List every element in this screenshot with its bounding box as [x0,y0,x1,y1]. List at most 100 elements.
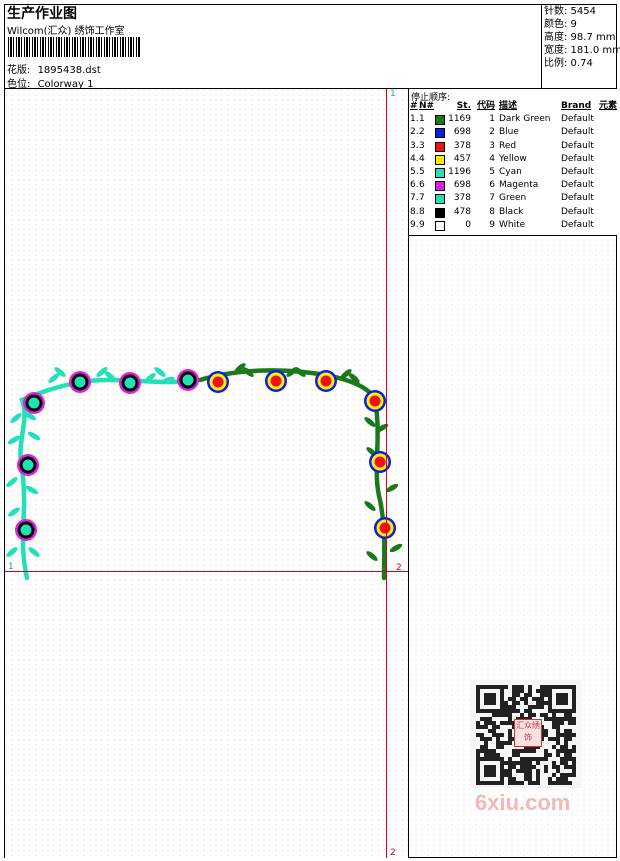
qr-module [536,689,540,693]
qr-module [544,717,548,721]
qr-module [552,761,556,765]
qr-module [544,765,548,769]
qr-module [508,705,512,709]
qr-module [476,753,480,757]
qr-module [540,701,544,705]
qr-module [572,757,576,761]
qr-module [488,749,492,753]
qr-finder [556,693,568,705]
qr-module [504,709,508,713]
qr-module [512,705,516,709]
qr-module [568,753,572,757]
qr-module [480,717,484,721]
flower-ring [212,376,224,388]
qr-module [560,761,564,765]
leaf [364,501,376,511]
flower [15,519,37,541]
qr-module [496,725,500,729]
qr-module [536,705,540,709]
qr-module [572,745,576,749]
qr-module [512,689,516,693]
qr-module [568,781,572,785]
qr-module [488,717,492,721]
qr-module [492,721,496,725]
qr-module [528,777,532,781]
flower-ring [28,397,40,409]
qr-module [532,757,536,761]
qr-module [484,741,488,745]
qr-module [516,701,520,705]
qr-module [496,733,500,737]
flower [69,371,91,393]
qr-module [536,781,540,785]
flower-ring [320,375,332,387]
qr-module [536,701,540,705]
flower-ring [182,374,194,386]
qr-module [508,757,512,761]
qr-module [484,721,488,725]
qr-module [504,761,508,765]
qr-module [492,753,496,757]
qr-module [488,753,492,757]
qr-module [476,725,480,729]
qr-module [568,757,572,761]
qr-module [540,693,544,697]
leaf [28,547,40,557]
qr-module [572,721,576,725]
leaf [6,477,18,487]
qr-module [520,757,524,761]
qr-module [488,729,492,733]
qr-module [572,769,576,773]
qr-logo: 汇众绣饰 [514,719,542,747]
qr-module [516,685,520,689]
qr-module [520,713,524,717]
qr-module [540,757,544,761]
qr-module [540,697,544,701]
marker-top-right: 1 [390,89,396,99]
flower [119,372,141,394]
qr-module [564,777,568,781]
qr-module [488,737,492,741]
qr-module [492,713,496,717]
qr-module [516,761,520,765]
qr-module [564,765,568,769]
qr-module [500,721,504,725]
qr-module [544,701,548,705]
qr-module [544,729,548,733]
qr-module [564,713,568,717]
qr-module [508,697,512,701]
qr-module [556,769,560,773]
qr-module [564,741,568,745]
qr-module [544,689,548,693]
qr-module [556,717,560,721]
qr-module [544,693,548,697]
leaf [6,547,18,557]
qr-module [528,709,532,713]
qr-module [568,729,572,733]
qr-module [484,745,488,749]
qr-module [512,761,516,765]
qr-module [480,725,484,729]
qr-module [516,781,520,785]
qr-module [528,693,532,697]
qr-module [540,689,544,693]
qr-module [504,705,508,709]
qr-module [508,729,512,733]
qr-module [544,757,548,761]
qr-module [520,765,524,769]
qr-module [512,693,516,697]
qr-module [564,717,568,721]
qr-module [492,729,496,733]
qr-module [512,749,516,753]
qr-module [568,717,572,721]
qr-module [484,753,488,757]
qr-module [528,761,532,765]
qr-module [556,781,560,785]
qr-module [568,713,572,717]
qr-module [532,749,536,753]
flower [265,370,287,392]
qr-module [544,733,548,737]
qr-module [560,777,564,781]
leaf [25,485,39,495]
flower [17,454,39,476]
